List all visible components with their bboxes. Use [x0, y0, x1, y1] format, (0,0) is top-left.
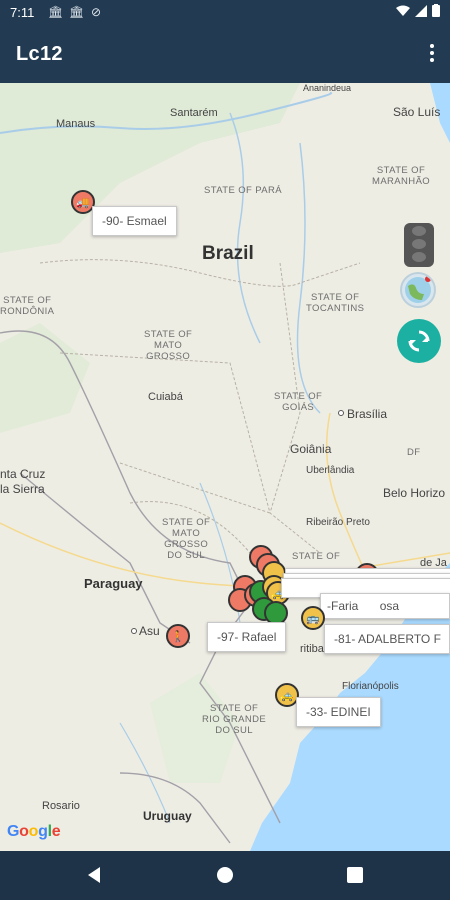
state-label-para: STATE OF PARÁ	[204, 185, 283, 196]
city-label-santa-cruz: nta Cruz la Sierra	[0, 467, 46, 496]
google-attribution: Google	[7, 823, 61, 840]
info-window-esmael[interactable]: -90- Esmael	[92, 206, 177, 236]
info-label: -81- ADALBERTO F	[334, 632, 441, 646]
info-window-edinei[interactable]: -33- EDINEI	[296, 697, 381, 727]
info-window-faria[interactable]: -Faria osa	[320, 593, 450, 619]
app-bar: Lc12	[0, 26, 450, 83]
system-icons	[396, 4, 440, 17]
traffic-light-icon[interactable]	[404, 223, 434, 267]
do-not-disturb-icon: ⊘	[91, 5, 102, 19]
status-bar: 7:11 🏛 🏛 ⊘	[0, 0, 450, 26]
info-window-rafael[interactable]: -97- Rafael	[207, 622, 287, 652]
app-title: Lc12	[16, 43, 63, 65]
city-label-belo-horizonte: Belo Horizo	[383, 486, 446, 500]
state-label-mato-grosso: STATE OF MATO GROSSO	[144, 329, 193, 362]
info-label: -97- Rafael	[217, 630, 277, 644]
map-view[interactable]: Manaus Santarém Ananindeua São Luís STAT…	[0, 83, 450, 851]
city-dot-brasilia	[338, 410, 344, 416]
city-label-brasilia: Brasília	[347, 407, 388, 421]
state-label-rio-grande-do-sul: STATE OF RIO GRANDE DO SUL	[202, 703, 267, 736]
city-label-asuncion: Asu	[139, 624, 160, 638]
state-label-maranhao: STATE OF MARANHÃO	[372, 165, 431, 187]
refresh-icon[interactable]	[397, 319, 441, 363]
state-label-sao-paulo: STATE OF	[292, 551, 341, 562]
city-label-uberlandia: Uberlândia	[306, 465, 355, 476]
info-label: osa	[379, 599, 400, 613]
bank-notification-icon: 🏛	[69, 5, 85, 19]
city-label-manaus: Manaus	[56, 118, 96, 130]
city-label-rosario: Rosario	[42, 800, 80, 812]
signal-icon	[415, 4, 427, 17]
person-marker[interactable]: 🚶	[166, 624, 190, 648]
bus-marker[interactable]: 🚌	[301, 606, 325, 630]
state-label-rondonia: STATE OF RONDÔNIA	[0, 295, 55, 317]
info-label: -33- EDINEI	[306, 705, 371, 719]
city-label-curitiba: ritiba	[300, 643, 324, 655]
info-window-adalberto[interactable]: -81- ADALBERTO F	[324, 624, 450, 654]
city-label-cuiaba: Cuiabá	[148, 391, 183, 403]
state-label-tocantins: STATE OF TOCANTINS	[306, 292, 365, 314]
city-label-ananindeua: Ananindeua	[303, 83, 352, 93]
back-icon[interactable]	[86, 867, 102, 883]
system-nav-bar	[0, 851, 450, 900]
state-label-df: DF	[407, 447, 421, 458]
country-label-brazil: Brazil	[202, 243, 254, 264]
home-icon[interactable]	[217, 867, 233, 883]
battery-icon	[432, 4, 440, 17]
state-label-goias: STATE OF GOIÁS	[274, 391, 323, 413]
city-label-florianopolis: Florianópolis	[342, 681, 399, 692]
globe-icon[interactable]	[400, 272, 436, 308]
info-label: -Faria	[327, 599, 359, 613]
country-label-uruguay: Uruguay	[143, 809, 192, 823]
info-label: -90- Esmael	[102, 214, 167, 228]
city-dot-asuncion	[131, 628, 137, 634]
state-label-mato-grosso-do-sul: STATE OF MATO GROSSO DO SUL	[162, 517, 211, 561]
city-label-sao-luis: São Luís	[393, 105, 441, 119]
city-label-santarem: Santarém	[170, 107, 218, 119]
clock: 7:11	[10, 5, 35, 20]
overflow-menu-icon[interactable]	[426, 42, 438, 66]
country-label-paraguay: Paraguay	[84, 576, 143, 591]
city-label-ribeirao-preto: Ribeirão Preto	[306, 517, 370, 528]
city-label-goiania: Goiânia	[290, 442, 332, 456]
wifi-icon	[396, 5, 410, 16]
bank-notification-icon: 🏛	[48, 5, 64, 19]
recent-apps-icon[interactable]	[347, 867, 363, 883]
